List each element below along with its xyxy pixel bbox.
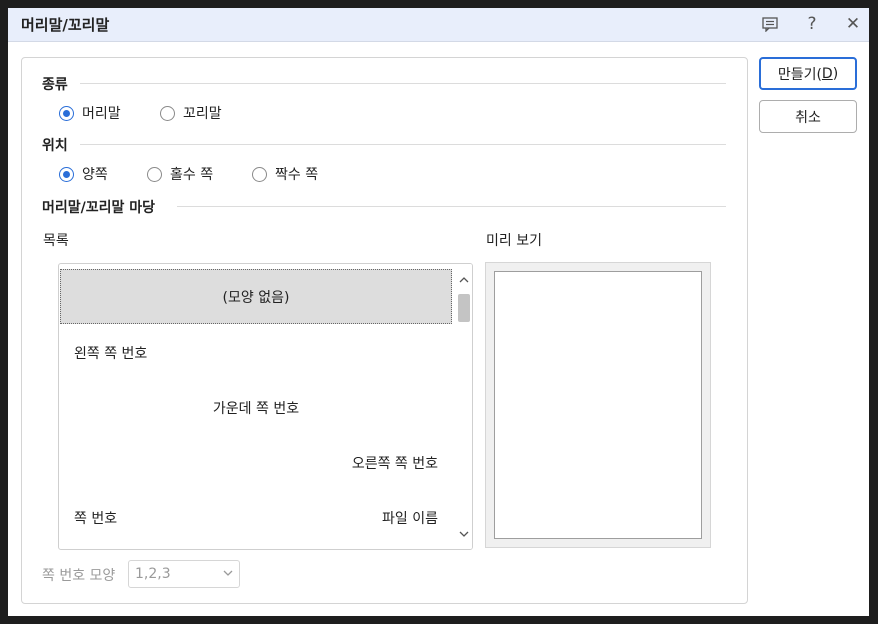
list-item-page-number-text: 쪽 번호 xyxy=(74,510,118,527)
create-button-mnemonic: D xyxy=(821,65,833,82)
radio-even-label: 짝수 쪽 xyxy=(275,167,319,183)
position-section-label: 위치 xyxy=(42,138,68,154)
comment-icon[interactable] xyxy=(759,13,781,35)
help-icon[interactable]: ? xyxy=(801,13,823,35)
title-bar: 머리말/꼬리말 ? ✕ xyxy=(8,8,869,42)
radio-both-button[interactable] xyxy=(59,166,74,182)
radio-footer-label: 꼬리말 xyxy=(183,106,222,122)
radio-even-button[interactable] xyxy=(252,166,267,182)
main-panel: 종류 머리말 꼬리말 위치 양쪽 홀수 쪽 짝수 쪽 머리말/꼬리말 마당 목록 xyxy=(21,57,748,604)
list-item-right-text: 오른쪽 쪽 번호 xyxy=(351,455,438,472)
radio-header-label: 머리말 xyxy=(82,106,121,122)
dialog-title: 머리말/꼬리말 xyxy=(21,16,110,34)
kind-section-label: 종류 xyxy=(42,77,68,93)
radio-footer[interactable]: 꼬리말 xyxy=(160,103,222,123)
create-button-label: 만들기( xyxy=(777,66,822,83)
radio-odd[interactable]: 홀수 쪽 xyxy=(147,164,213,184)
list-item-filename-text: 파일 이름 xyxy=(382,510,438,527)
list-item-none[interactable]: (모양 없음) xyxy=(60,269,452,324)
listbox-scrollbar[interactable] xyxy=(455,264,472,549)
close-icon[interactable]: ✕ xyxy=(842,13,864,35)
scroll-up-icon[interactable] xyxy=(455,271,472,288)
radio-even[interactable]: 짝수 쪽 xyxy=(252,164,318,184)
gallery-divider xyxy=(177,206,726,207)
list-item-none-text: (모양 없음) xyxy=(222,289,290,306)
create-button[interactable]: 만들기(D) xyxy=(759,57,857,90)
kind-divider xyxy=(80,83,726,84)
radio-both-label: 양쪽 xyxy=(82,167,108,183)
list-item-right-page-number[interactable]: 오른쪽 쪽 번호 xyxy=(59,435,453,490)
scroll-down-icon[interactable] xyxy=(455,525,472,542)
style-listbox[interactable]: (모양 없음) 왼쪽 쪽 번호 가운데 쪽 번호 오른쪽 쪽 번호 쪽 번호 파… xyxy=(58,263,473,550)
radio-both[interactable]: 양쪽 xyxy=(59,164,108,184)
cancel-button[interactable]: 취소 xyxy=(759,100,857,133)
page-number-format-value: 1,2,3 xyxy=(135,566,171,582)
list-item-left-page-number[interactable]: 왼쪽 쪽 번호 xyxy=(59,325,453,380)
radio-header[interactable]: 머리말 xyxy=(59,103,121,123)
radio-odd-button[interactable] xyxy=(147,166,162,182)
scrollbar-thumb[interactable] xyxy=(458,294,470,322)
page-number-format-select[interactable]: 1,2,3 xyxy=(128,560,240,588)
list-item-page-number-filename[interactable]: 쪽 번호 파일 이름 xyxy=(59,490,453,545)
preview-label: 미리 보기 xyxy=(486,233,542,249)
list-item-center-text: 가운데 쪽 번호 xyxy=(212,400,300,417)
preview-box xyxy=(485,262,711,548)
list-item-left-text: 왼쪽 쪽 번호 xyxy=(74,345,148,362)
preview-page xyxy=(494,271,702,539)
position-divider xyxy=(80,144,726,145)
gallery-section-label: 머리말/꼬리말 마당 xyxy=(42,200,156,216)
radio-odd-label: 홀수 쪽 xyxy=(170,167,214,183)
page-number-format-label: 쪽 번호 모양 xyxy=(42,568,116,584)
list-label: 목록 xyxy=(43,233,69,249)
create-button-close-paren: ) xyxy=(832,65,839,82)
header-footer-dialog: 머리말/꼬리말 ? ✕ 종류 머리말 꼬리말 위치 양쪽 홀수 쪽 짝수 쪽 머… xyxy=(8,8,869,616)
radio-footer-button[interactable] xyxy=(160,105,175,121)
list-item-center-page-number[interactable]: 가운데 쪽 번호 xyxy=(59,380,453,435)
chevron-down-icon xyxy=(223,566,233,579)
radio-header-button[interactable] xyxy=(59,105,74,121)
